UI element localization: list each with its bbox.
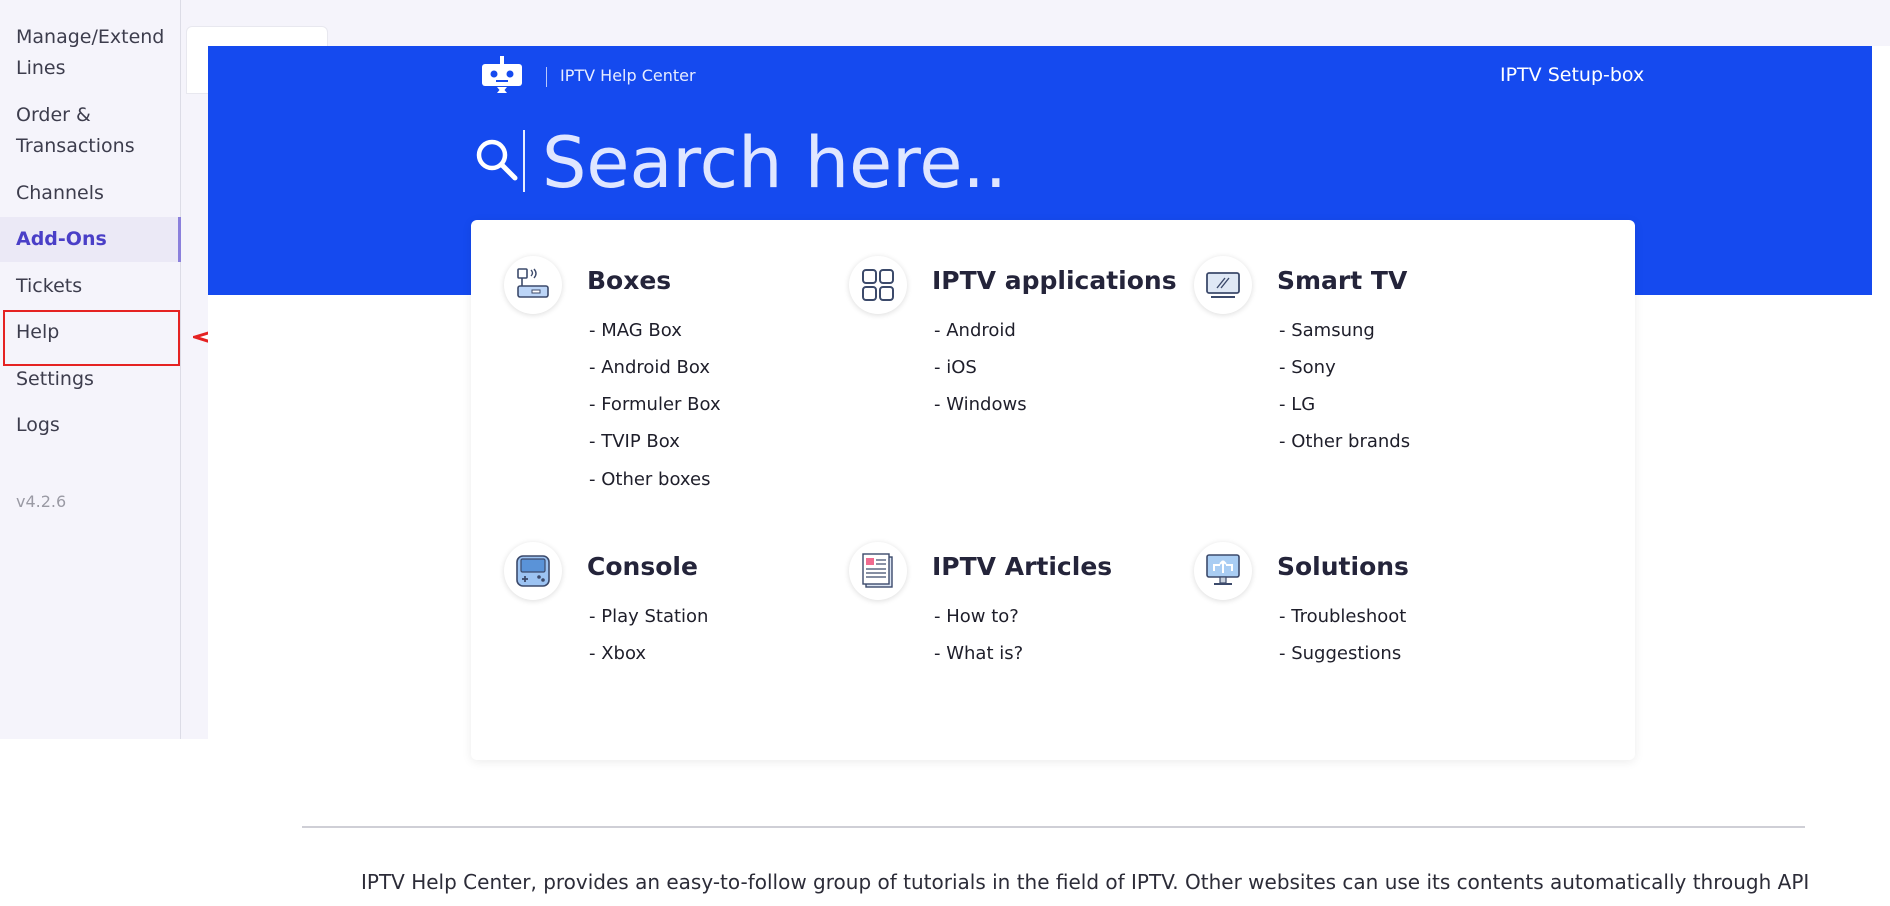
- sidebar-item-add-ons[interactable]: Add-Ons: [0, 217, 181, 262]
- category-link[interactable]: - Sony: [1279, 357, 1336, 378]
- categories-card: Boxes - MAG Box - Android Box - Formuler…: [471, 220, 1635, 760]
- sidebar-item-label: Add-Ons: [16, 228, 107, 250]
- sidebar-item-logs[interactable]: Logs: [0, 410, 181, 441]
- footer-divider: [302, 826, 1805, 828]
- category-title[interactable]: Console: [587, 552, 698, 581]
- app-version: v4.2.6: [16, 492, 67, 511]
- game-console-icon: [504, 542, 562, 600]
- category-link[interactable]: - LG: [1279, 394, 1315, 415]
- sidebar-item-settings[interactable]: Settings: [0, 364, 181, 395]
- sidebar-item-label: Transactions: [16, 135, 135, 157]
- category-link[interactable]: - Suggestions: [1279, 643, 1401, 664]
- sidebar-item-label: Tickets: [16, 275, 83, 297]
- category-title[interactable]: IPTV applications: [932, 266, 1177, 295]
- category-link[interactable]: - Troubleshoot: [1279, 606, 1406, 627]
- sidebar-item-manage-extend-lines[interactable]: Manage/Extend Lines: [0, 22, 181, 84]
- setup-box-link[interactable]: IPTV Setup-box: [1500, 64, 1644, 86]
- category-link[interactable]: - Windows: [934, 394, 1027, 415]
- category-title[interactable]: IPTV Articles: [932, 552, 1112, 581]
- category-title[interactable]: Smart TV: [1277, 266, 1407, 295]
- sidebar-item-label: Manage/Extend: [16, 26, 165, 48]
- article-icon: [849, 542, 907, 600]
- category-title[interactable]: Solutions: [1277, 552, 1409, 581]
- sidebar: Manage/Extend Lines Order & Transactions…: [0, 0, 181, 739]
- brand-divider: [546, 67, 547, 87]
- category-link[interactable]: - Android Box: [589, 357, 710, 378]
- smart-tv-icon: [1194, 256, 1252, 314]
- help-highlight-box: [3, 310, 180, 366]
- category-link[interactable]: - Samsung: [1279, 320, 1375, 341]
- brand-name[interactable]: IPTV Help Center: [560, 66, 696, 85]
- set-top-box-icon: [504, 256, 562, 314]
- search-icon: [476, 139, 518, 181]
- sidebar-item-label: Settings: [16, 368, 94, 390]
- robot-logo-icon[interactable]: [480, 56, 524, 96]
- category-link[interactable]: - Xbox: [589, 643, 646, 664]
- footer-description: IPTV Help Center, provides an easy-to-fo…: [361, 870, 1810, 894]
- search-input[interactable]: [542, 122, 1542, 204]
- category-link[interactable]: - How to?: [934, 606, 1019, 627]
- category-link[interactable]: - Other brands: [1279, 431, 1410, 452]
- category-title[interactable]: Boxes: [587, 266, 671, 295]
- sidebar-item-label: Logs: [16, 414, 60, 436]
- category-link[interactable]: - Play Station: [589, 606, 708, 627]
- solutions-monitor-icon: [1194, 542, 1252, 600]
- category-link[interactable]: - MAG Box: [589, 320, 682, 341]
- category-link[interactable]: - Formuler Box: [589, 394, 721, 415]
- category-link[interactable]: - Other boxes: [589, 469, 710, 490]
- sidebar-item-tickets[interactable]: Tickets: [0, 271, 181, 302]
- search-divider: [523, 130, 525, 192]
- sidebar-item-label: Order &: [16, 104, 91, 126]
- category-link[interactable]: - TVIP Box: [589, 431, 680, 452]
- sidebar-item-label: Lines: [16, 57, 66, 79]
- sidebar-item-channels[interactable]: Channels: [0, 178, 181, 209]
- category-link[interactable]: - What is?: [934, 643, 1023, 664]
- category-link[interactable]: - iOS: [934, 357, 977, 378]
- category-link[interactable]: - Android: [934, 320, 1016, 341]
- sidebar-item-order-transactions[interactable]: Order & Transactions: [0, 100, 181, 162]
- sidebar-item-label: Channels: [16, 182, 104, 204]
- app-grid-icon: [849, 256, 907, 314]
